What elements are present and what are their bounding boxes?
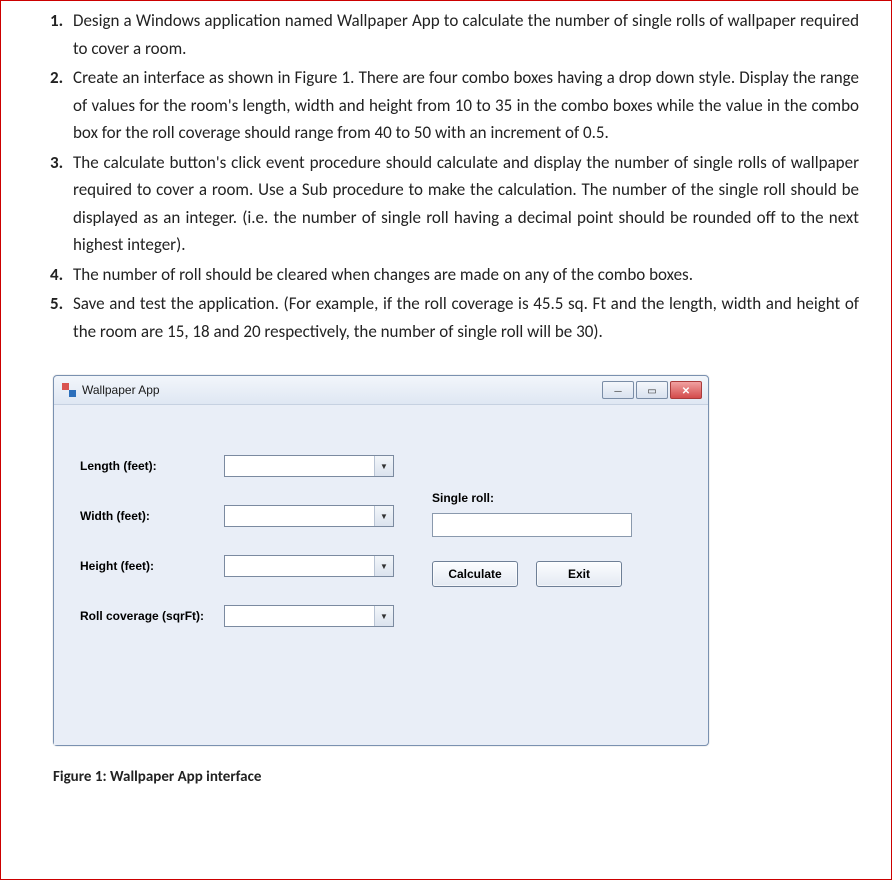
window-control-buttons: — ▭ ✕ <box>602 381 702 399</box>
page-border: Design a Windows application named Wallp… <box>0 0 892 880</box>
app-window: Wallpaper App — ▭ ✕ Length (feet): ▼ <box>53 375 709 746</box>
chevron-down-icon: ▼ <box>374 506 393 526</box>
maximize-icon: ▭ <box>647 384 656 397</box>
figure-caption: Figure 1: Wallpaper App interface <box>53 768 869 786</box>
height-combobox-value <box>225 556 374 576</box>
instruction-item-1: Design a Windows application named Wallp… <box>67 7 859 62</box>
chevron-down-icon: ▼ <box>374 556 393 576</box>
instruction-item-5: Save and test the application. (For exam… <box>67 290 859 345</box>
length-combobox-value <box>225 456 374 476</box>
coverage-combobox-value <box>225 606 374 626</box>
exit-button[interactable]: Exit <box>536 561 622 587</box>
minimize-button[interactable]: — <box>602 381 634 399</box>
client-area: Length (feet): ▼ Width (feet): ▼ Height … <box>54 405 694 745</box>
chevron-down-icon: ▼ <box>374 456 393 476</box>
instruction-item-3: The calculate button's click event proce… <box>67 149 859 259</box>
maximize-button[interactable]: ▭ <box>636 381 668 399</box>
figure-label: Figure 1: <box>53 768 107 786</box>
instruction-item-2: Create an interface as shown in Figure 1… <box>67 64 859 147</box>
figure-caption-text: Wallpaper App interface <box>110 768 261 786</box>
height-label: Height (feet): <box>80 559 220 573</box>
calculate-button[interactable]: Calculate <box>432 561 518 587</box>
length-combobox[interactable]: ▼ <box>224 455 394 477</box>
window-title: Wallpaper App <box>82 383 160 397</box>
height-combobox[interactable]: ▼ <box>224 555 394 577</box>
width-combobox[interactable]: ▼ <box>224 505 394 527</box>
form-right-column: Single roll: Calculate Exit <box>432 441 632 735</box>
instruction-item-4: The number of roll should be cleared whe… <box>67 261 859 289</box>
coverage-combobox[interactable]: ▼ <box>224 605 394 627</box>
titlebar[interactable]: Wallpaper App — ▭ ✕ <box>54 376 708 405</box>
minimize-icon: — <box>613 384 622 397</box>
single-roll-label: Single roll: <box>432 491 632 505</box>
width-label: Width (feet): <box>80 509 220 523</box>
single-roll-output <box>432 513 632 537</box>
titlebar-left: Wallpaper App <box>62 383 160 397</box>
instruction-list: Design a Windows application named Wallp… <box>23 7 869 345</box>
chevron-down-icon: ▼ <box>374 606 393 626</box>
close-icon: ✕ <box>682 384 690 397</box>
close-button[interactable]: ✕ <box>670 381 702 399</box>
form-left-column: Length (feet): ▼ Width (feet): ▼ Height … <box>80 441 394 735</box>
app-icon <box>62 383 76 397</box>
button-row: Calculate Exit <box>432 561 632 587</box>
width-combobox-value <box>225 506 374 526</box>
length-label: Length (feet): <box>80 459 220 473</box>
coverage-label: Roll coverage (sqrFt): <box>80 609 220 623</box>
